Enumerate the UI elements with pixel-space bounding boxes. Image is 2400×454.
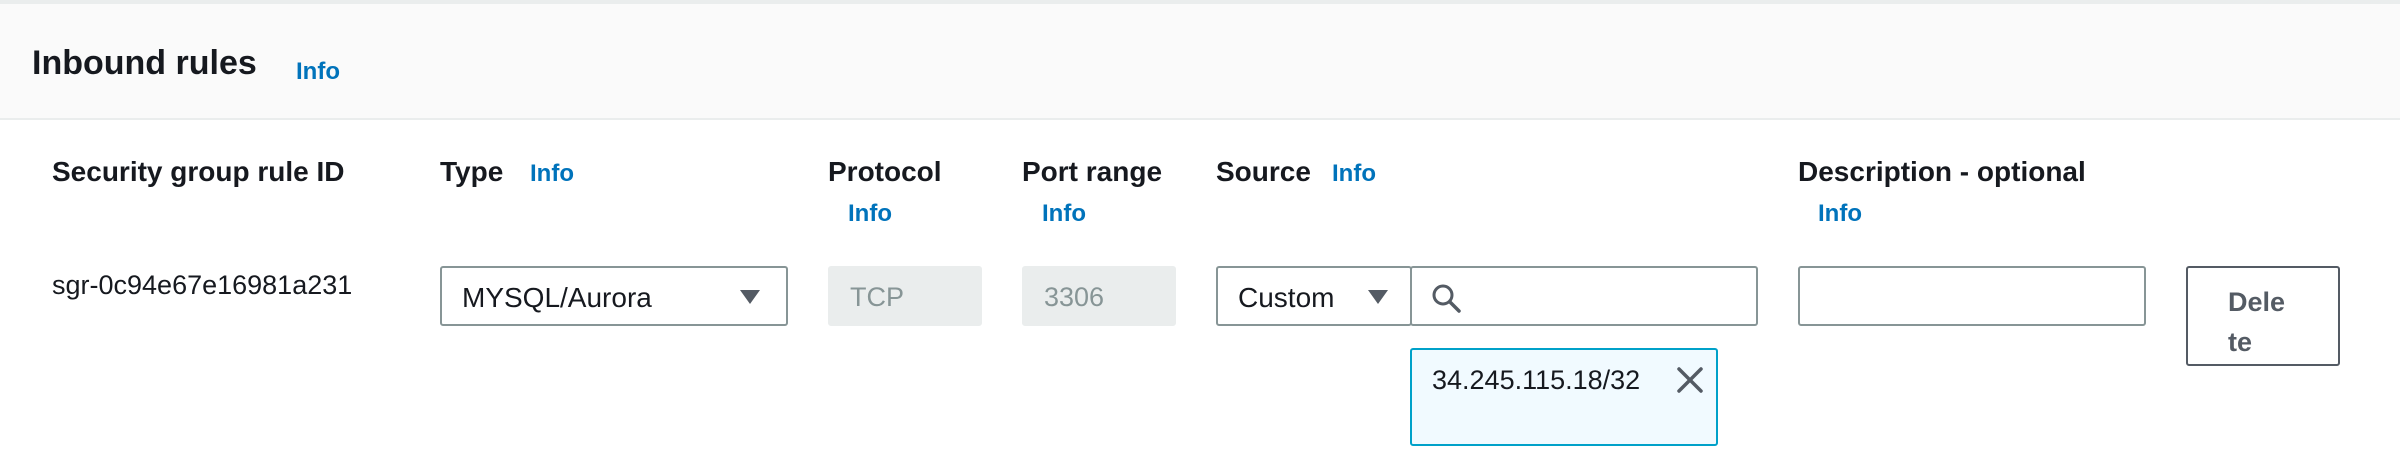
source-cidr-token: 34.245.115.18/32 xyxy=(1410,348,1718,446)
delete-rule-button[interactable]: Delete xyxy=(2186,266,2340,366)
caret-down-icon xyxy=(740,290,760,304)
type-select-value: MYSQL/Aurora xyxy=(462,282,652,313)
port-range-field: 3306 xyxy=(1022,266,1176,326)
inbound-rules-panel: Inbound rules Info Security group rule I… xyxy=(0,0,2400,454)
close-icon[interactable] xyxy=(1674,364,1706,401)
type-info-link[interactable]: Info xyxy=(530,160,574,188)
header-info-link[interactable]: Info xyxy=(296,58,340,86)
source-info-link[interactable]: Info xyxy=(1332,160,1376,188)
column-header-type: Type xyxy=(440,156,504,187)
column-header-description: Description - optional xyxy=(1798,156,2086,187)
caret-down-icon xyxy=(1368,290,1388,304)
source-token-text: 34.245.115.18/32 xyxy=(1432,365,1641,395)
port-range-value: 3306 xyxy=(1044,282,1105,312)
delete-button-label: Delete xyxy=(2228,287,2286,357)
type-select[interactable]: MYSQL/Aurora xyxy=(440,266,788,326)
panel-title: Inbound rules xyxy=(32,44,257,82)
source-search-input[interactable] xyxy=(1410,266,1758,326)
port-range-info-link[interactable]: Info xyxy=(1042,200,1086,228)
column-header-source: Source xyxy=(1216,156,1311,187)
source-type-value: Custom xyxy=(1238,282,1335,313)
column-header-port-range: Port range xyxy=(1022,156,1163,187)
column-header-protocol: Protocol xyxy=(828,156,942,187)
rule-id-value: sgr-0c94e67e16981a231 xyxy=(52,270,353,300)
protocol-info-link[interactable]: Info xyxy=(848,200,892,228)
description-input[interactable] xyxy=(1798,266,2146,326)
protocol-value: TCP xyxy=(850,282,904,312)
protocol-field: TCP xyxy=(828,266,982,326)
source-type-select[interactable]: Custom xyxy=(1216,266,1412,326)
search-icon xyxy=(1430,282,1462,319)
description-info-link[interactable]: Info xyxy=(1818,200,1862,228)
column-header-rule-id: Security group rule ID xyxy=(52,156,345,187)
panel-header: Inbound rules Info xyxy=(0,4,2400,120)
